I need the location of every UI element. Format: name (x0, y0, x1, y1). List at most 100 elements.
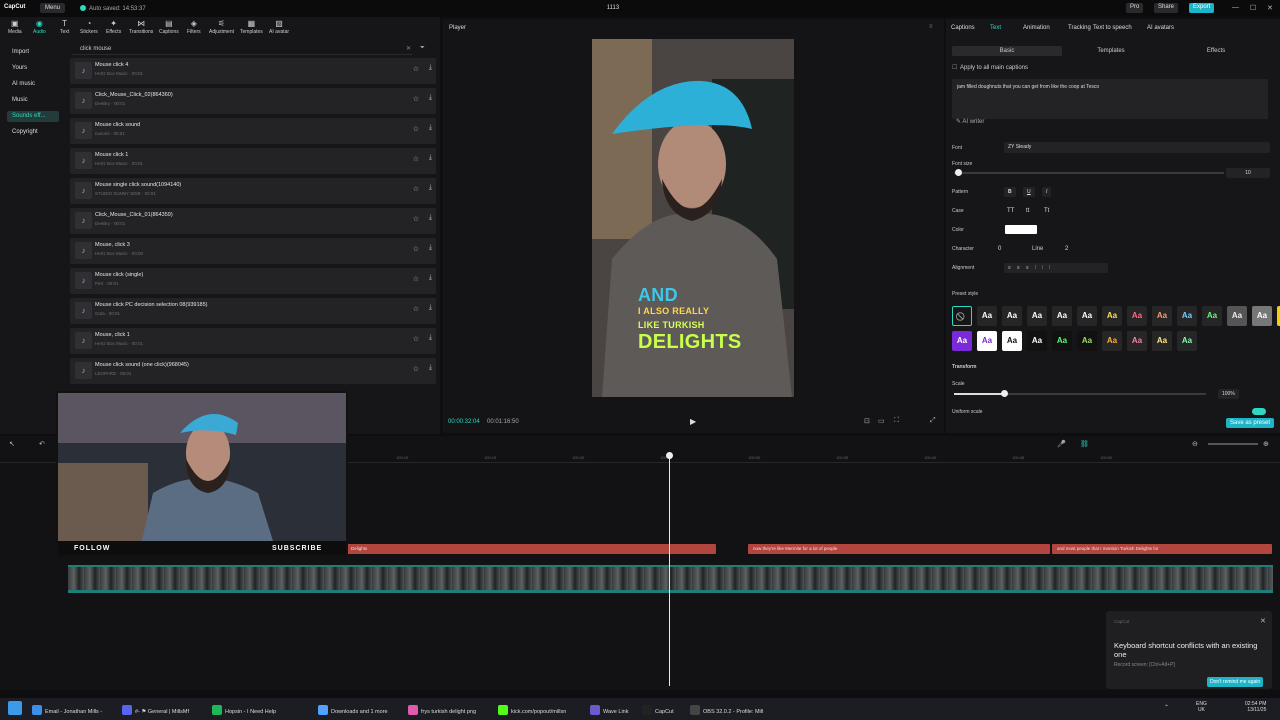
tab-captions[interactable]: ▤ Captions (159, 19, 179, 37)
subtab-templates[interactable]: Templates (1056, 46, 1166, 56)
preset-style-option[interactable]: Aa (1127, 331, 1147, 351)
preset-style-option[interactable]: Aa (1077, 331, 1097, 351)
case-upper-icon[interactable]: TT (1007, 208, 1014, 214)
download-icon[interactable]: ⤓ (429, 154, 432, 162)
transform-label[interactable]: Transform (952, 364, 976, 370)
scale-slider[interactable] (954, 390, 1206, 397)
preset-style-option[interactable]: Aa (977, 331, 997, 351)
preset-style-option[interactable]: Aa (1077, 306, 1097, 326)
alignment-buttons[interactable]: ≡≡≡⦙⦙⦙ (1004, 263, 1108, 273)
underline-button[interactable]: U (1023, 187, 1035, 197)
filter-icon[interactable]: ⏷ (420, 45, 425, 52)
zoom-slider[interactable] (1208, 443, 1258, 445)
mic-icon[interactable]: 🎤 (1057, 440, 1066, 448)
dont-remind-button[interactable]: Don't remind me again (1207, 677, 1264, 687)
save-preset-button[interactable]: Save as preset (1226, 418, 1275, 428)
sidebar-item-import[interactable]: Import (7, 47, 59, 58)
favorite-icon[interactable]: ☆ (413, 275, 419, 283)
favorite-icon[interactable]: ☆ (413, 365, 419, 373)
taskbar-app[interactable]: #- ⚑ General | MillsMf (122, 702, 189, 716)
case-title-icon[interactable]: Tt (1044, 208, 1049, 214)
font-size-input[interactable]: 10 (1226, 168, 1270, 178)
sound-list-item[interactable]: ♪ Mouse click sound (one click)(968045) LE… (70, 358, 436, 384)
preset-style-option[interactable]: Aa (1177, 306, 1197, 326)
tab-media[interactable]: ▣ Media (8, 19, 22, 37)
taskbar-app[interactable]: Email - Jonathan Mills - (32, 702, 102, 716)
sound-list-item[interactable]: ♪ Mouse click 4 Hertz Box Music · 00:01 ☆ ⤓ (70, 58, 436, 84)
tab-audio[interactable]: ◉ Audio (33, 19, 46, 37)
uniform-scale-toggle[interactable] (1252, 408, 1266, 415)
playhead[interactable] (666, 452, 673, 686)
sound-list-item[interactable]: ♪ Mouse click sound nusomi · 00:01 ☆ ⤓ (70, 118, 436, 144)
crop-icon[interactable]: ⊡ (864, 417, 870, 425)
favorite-icon[interactable]: ☆ (413, 65, 419, 73)
download-icon[interactable]: ⤓ (429, 244, 432, 252)
preset-style-option[interactable]: Aa (1002, 331, 1022, 351)
sound-list-item[interactable]: ♪ Click_Mouse_Click_02(864360) DeeBry · 00… (70, 88, 436, 114)
preset-style-option[interactable]: Aa (1177, 331, 1197, 351)
search-input[interactable]: click mouse (72, 44, 412, 55)
preset-style-option[interactable]: Aa (1102, 331, 1122, 351)
preset-style-option[interactable]: Aa (952, 331, 972, 351)
fit-icon[interactable]: ⛶ (894, 417, 899, 425)
taskbar-app[interactable]: Wave Link (590, 702, 628, 716)
font-size-thumb[interactable] (955, 169, 962, 176)
sound-list-item[interactable]: ♪ Mouse, click 3 Hertz Box Music · 00:00 ☆ ⤓ (70, 238, 436, 264)
download-icon[interactable]: ⤓ (429, 304, 432, 312)
ai-writer-button[interactable]: ✎ AI writer (956, 118, 984, 125)
preset-style-option[interactable]: Aa (1152, 331, 1172, 351)
taskbar-app[interactable]: CapCut (642, 702, 674, 716)
taskbar-app[interactable]: OBS 32.0.2 - Profile: Mill (690, 702, 763, 716)
download-icon[interactable]: ⤓ (429, 64, 432, 72)
preset-style-option[interactable]: Aa (1202, 306, 1222, 326)
subtab-basic[interactable]: Basic (952, 46, 1062, 56)
tab-transitions[interactable]: ⋈ Transitions (129, 19, 153, 37)
menu-button[interactable]: Menu (40, 3, 66, 13)
caption-clip[interactable]: Delights (346, 544, 716, 554)
playhead-handle[interactable] (666, 452, 673, 459)
close-icon[interactable]: ✕ (1267, 4, 1273, 12)
zoom-out-icon[interactable]: ⊖ (1192, 440, 1198, 448)
video-preview[interactable]: AND I ALSO REALLY LIKE TURKISH DELIGHTS (592, 39, 794, 397)
download-icon[interactable]: ⤓ (429, 124, 432, 132)
sidebar-item-copyright[interactable]: Copyright (7, 127, 59, 138)
caption-text-field[interactable]: jam filled doughnuts that you can get fr… (952, 79, 1268, 119)
tab-animation[interactable]: Animation (1023, 25, 1050, 31)
download-icon[interactable]: ⤓ (429, 94, 432, 102)
download-icon[interactable]: ⤓ (429, 184, 432, 192)
zoom-in-icon[interactable]: ⊕ (1263, 440, 1269, 448)
favorite-icon[interactable]: ☆ (413, 215, 419, 223)
favorite-icon[interactable]: ☆ (413, 245, 419, 253)
subtab-effects[interactable]: Effects (1161, 46, 1271, 56)
apply-checkbox[interactable]: ☐ (952, 64, 957, 71)
fullscreen-icon[interactable]: ⤢ (930, 417, 936, 425)
preset-style-option[interactable]: Aa (1002, 306, 1022, 326)
tab-effects[interactable]: ✦ Effects (106, 19, 121, 37)
character-input[interactable]: 0 (998, 246, 1001, 252)
windows-start-icon[interactable] (8, 701, 22, 715)
preset-style-option[interactable]: Aa (1027, 306, 1047, 326)
caption-clip[interactable]: now they're like Mermite for a lot of pe… (748, 544, 1050, 554)
favorite-icon[interactable]: ☆ (413, 185, 419, 193)
preset-style-option[interactable]: Aa (1252, 306, 1272, 326)
preset-style-option[interactable]: Aa (1152, 306, 1172, 326)
play-icon[interactable]: ▶ (690, 417, 696, 426)
preset-style-option[interactable]: Aa (977, 306, 997, 326)
sound-list-item[interactable]: ♪ Mouse single click sound(1094140) STUDIO… (70, 178, 436, 204)
sidebar-item-music[interactable]: Music (7, 95, 59, 106)
tab-text-to-speech[interactable]: Text to speech (1093, 25, 1132, 31)
sound-list-item[interactable]: ♪ Mouse click 1 Hertz Box Music · 00:01 ☆ ⤓ (70, 148, 436, 174)
player-menu-icon[interactable]: ≡ (929, 24, 933, 30)
video-track-clip[interactable] (68, 565, 1273, 593)
case-lower-icon[interactable]: tt (1026, 208, 1029, 214)
favorite-icon[interactable]: ☆ (413, 125, 419, 133)
taskbar-app[interactable]: frys turkish delight png (408, 702, 476, 716)
download-icon[interactable]: ⤓ (429, 214, 432, 222)
pro-button[interactable]: Pro (1126, 3, 1144, 13)
favorite-icon[interactable]: ☆ (413, 305, 419, 313)
tab-templates[interactable]: ▦ Templates (240, 19, 263, 37)
export-button[interactable]: Export (1189, 3, 1215, 13)
preset-style-option[interactable]: Aa (1102, 306, 1122, 326)
taskbar-app[interactable]: kick.com/popout/millsn (498, 702, 566, 716)
tab-captions-props[interactable]: Captions (951, 25, 975, 31)
